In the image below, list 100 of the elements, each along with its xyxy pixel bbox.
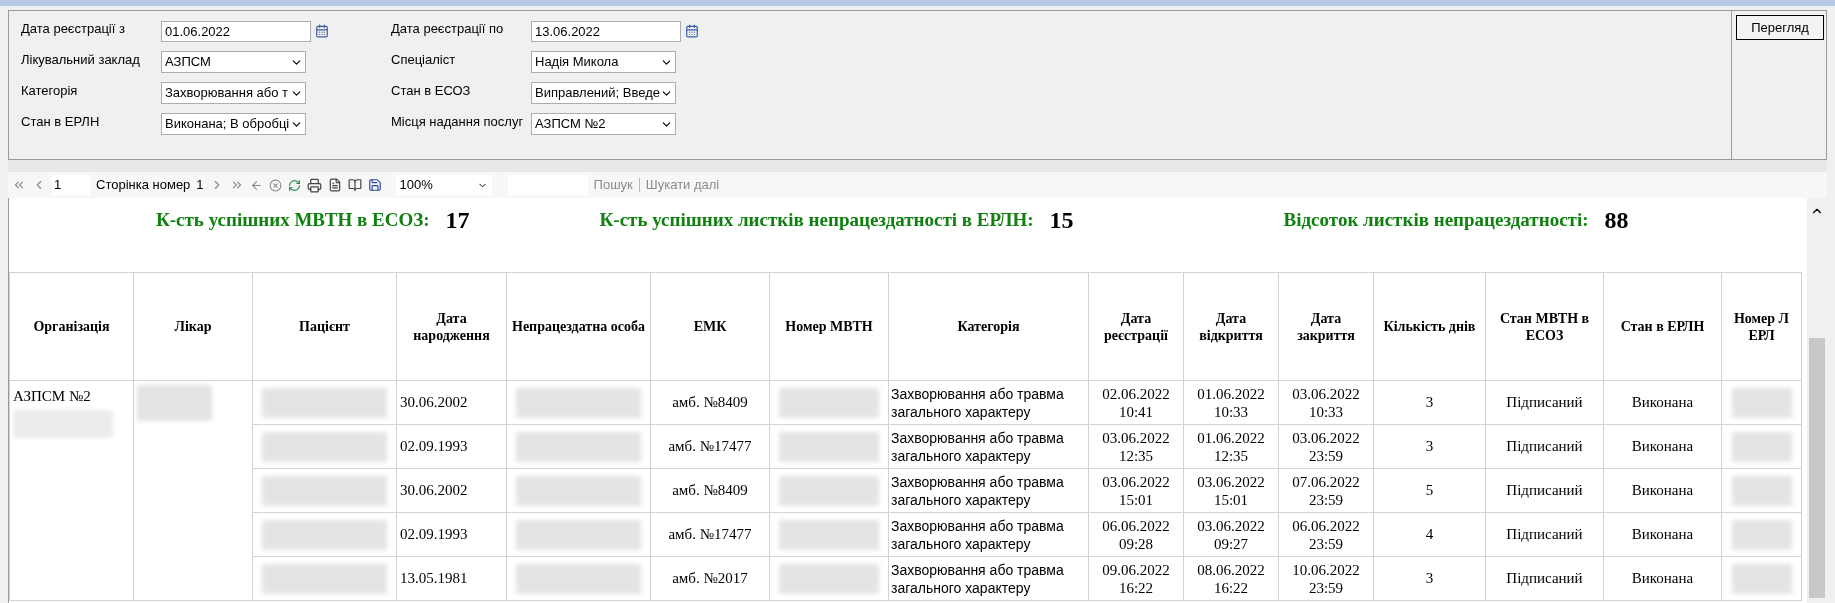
column-header: Кількість днів	[1373, 272, 1486, 381]
first-page-icon[interactable]	[12, 178, 26, 192]
table-cell: амб. №17477	[650, 512, 770, 557]
table-cell: 06.06.2022 09:28	[1088, 512, 1184, 557]
table-cell: 02.06.2022 10:41	[1088, 380, 1184, 425]
column-header: ЕМК	[650, 272, 770, 381]
redacted-block	[1731, 519, 1792, 550]
field-label: Дата реєстрації по	[390, 20, 505, 38]
field-label: Місця надання послуг	[390, 113, 525, 131]
dropdown-field[interactable]: Виправлений; Введе	[531, 82, 676, 104]
table-cell: 3	[1373, 556, 1486, 601]
summary-label: К-сть успішних листків непрацездатності в ЕРЛН:	[599, 207, 1034, 232]
export-icon[interactable]	[367, 178, 382, 192]
table-cell: 03.06.2022 23:59	[1278, 424, 1374, 469]
back-icon[interactable]	[249, 178, 263, 192]
page-setup-icon[interactable]	[347, 178, 362, 192]
table-cell: АЗПСМ №2	[13, 388, 91, 404]
print-icon[interactable]	[306, 177, 322, 193]
table-cell: 07.06.2022 23:59	[1278, 468, 1374, 513]
field-label: Категорія	[20, 82, 79, 100]
table-cell: Захворювання або травма загального характеру	[888, 556, 1089, 601]
column-header: Номер Л ЕРЛ	[1721, 272, 1802, 381]
vertical-scrollbar[interactable]	[1807, 198, 1827, 603]
redacted-block	[1731, 431, 1792, 462]
table-cell: Підписаний	[1485, 380, 1604, 425]
column-header: Дата закриття	[1278, 272, 1374, 381]
table-cell: Захворювання або травма загального характеру	[888, 380, 1089, 425]
table-cell: 03.06.2022 15:01	[1183, 468, 1279, 513]
table-cell: Підписаний	[1485, 512, 1604, 557]
summary-value: 17	[445, 206, 470, 235]
table-cell: 06.06.2022 23:59	[1278, 512, 1374, 557]
field-label: Лікувальний заклад	[20, 51, 141, 69]
table-cell: 3	[1373, 380, 1486, 425]
field-label: Стан в ЕСОЗ	[390, 82, 472, 100]
table-cell: 03.06.2022 15:01	[1088, 468, 1184, 513]
column-header: Організація	[9, 272, 134, 381]
summary-value: 15	[1049, 206, 1074, 235]
table-cell: амб. №8409	[650, 380, 770, 425]
refresh-icon[interactable]	[287, 178, 301, 192]
calendar-icon[interactable]	[685, 24, 699, 38]
redacted-block	[1731, 475, 1792, 506]
date-field[interactable]: 01.06.2022	[161, 20, 311, 42]
dropdown-field[interactable]: Захворювання або т	[161, 82, 306, 104]
summary-label: К-сть успішних МВТН в ЕСОЗ:	[156, 207, 430, 232]
table-cell: 02.09.1993	[396, 512, 507, 557]
table-cell: 03.06.2022 09:27	[1183, 512, 1279, 557]
dropdown-field[interactable]: Надія Микола	[531, 51, 676, 73]
summary-label: Відсоток листків непрацездатності:	[1283, 207, 1589, 232]
dropdown-field[interactable]: АЗПСМ	[161, 51, 306, 73]
table-cell: 5	[1373, 468, 1486, 513]
column-header: Стан МВТН в ЕСОЗ	[1485, 272, 1604, 381]
table-cell: 03.06.2022 10:33	[1278, 380, 1374, 425]
field-label: Стан в ЕРЛН	[20, 113, 101, 131]
table-cell: Підписаний	[1485, 424, 1604, 469]
zoom-dropdown[interactable]: 100%	[395, 175, 492, 195]
table-cell: 3	[1373, 424, 1486, 469]
table-cell: 4	[1373, 512, 1486, 557]
view-button[interactable]: Перегляд	[1736, 15, 1824, 41]
column-header: Дата реєстрації	[1088, 272, 1184, 381]
redacted-block	[1731, 563, 1792, 594]
table-cell: Виконана	[1603, 556, 1722, 601]
calendar-icon[interactable]	[315, 24, 329, 38]
table-cell: Виконана	[1603, 424, 1722, 469]
table-cell: 09.06.2022 16:22	[1088, 556, 1184, 601]
table-cell: Виконана	[1603, 468, 1722, 513]
redacted-block	[1731, 387, 1792, 418]
page-number-field[interactable]: 1	[52, 175, 90, 195]
table-cell: 01.06.2022 12:35	[1183, 424, 1279, 469]
column-header: Категорія	[888, 272, 1089, 381]
table-cell: 01.06.2022 10:33	[1183, 380, 1279, 425]
dropdown-field[interactable]: Виконана; В обробці	[161, 113, 306, 135]
print-layout-icon[interactable]	[327, 178, 342, 192]
table-cell: 13.05.1981	[396, 556, 507, 601]
table-cell: Захворювання або травма загального характеру	[888, 468, 1089, 513]
table-cell: 03.06.2022 12:35	[1088, 424, 1184, 469]
table-cell: Захворювання або травма загального характеру	[888, 512, 1089, 557]
table-cell: амб. №8409	[650, 468, 770, 513]
column-header: Пацієнт	[252, 272, 397, 381]
summary-value: 88	[1604, 206, 1629, 235]
column-header: Лікар	[133, 272, 253, 381]
column-header: Стан в ЕРЛН	[1603, 272, 1722, 381]
page-count: 1	[196, 176, 204, 195]
table-cell: Виконана	[1603, 512, 1722, 557]
column-header: Дата відкриття	[1183, 272, 1279, 381]
column-header: Номер МВТН	[769, 272, 889, 381]
table-cell: 30.06.2002	[396, 380, 507, 425]
table-cell: 08.06.2022 16:22	[1183, 556, 1279, 601]
table-cell: Підписаний	[1485, 556, 1604, 601]
page-label: Сторінка номер	[96, 176, 191, 195]
table-cell: амб. №17477	[650, 424, 770, 469]
column-header: Дата народження	[396, 272, 507, 381]
field-label: Дата реєстрації з	[20, 20, 126, 38]
table-cell: Захворювання або травма загального характеру	[888, 424, 1089, 469]
table-cell: Підписаний	[1485, 468, 1604, 513]
stop-icon[interactable]	[268, 178, 282, 192]
table-cell: Виконана	[1603, 380, 1722, 425]
date-field[interactable]: 13.06.2022	[531, 20, 681, 42]
table-cell: 30.06.2002	[396, 468, 507, 513]
dropdown-field[interactable]: АЗПСМ №2	[531, 113, 676, 135]
scrollbar-thumb[interactable]	[1809, 338, 1825, 598]
